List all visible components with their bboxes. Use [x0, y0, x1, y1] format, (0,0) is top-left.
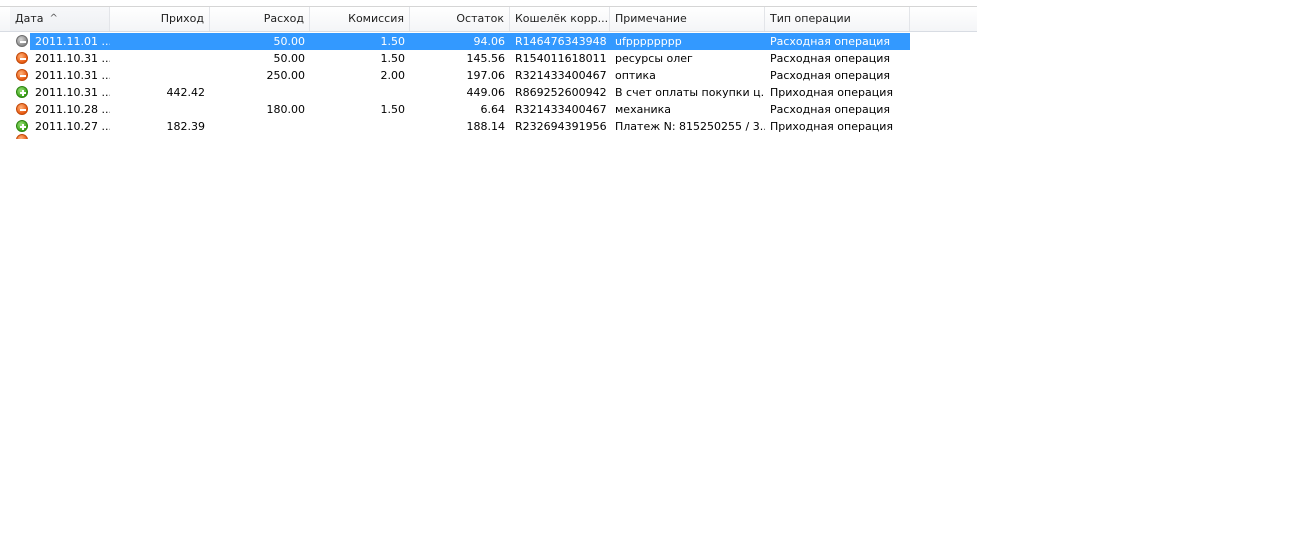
cell-expense [210, 84, 310, 101]
cell-balance: 94.06 [473, 35, 506, 48]
cell-wallet: R154011618011 [515, 52, 607, 65]
cell-commission: 2.00 [380, 69, 406, 82]
column-header-commission[interactable]: Комиссия [310, 7, 410, 31]
green-plus-icon [16, 120, 28, 132]
cell-balance: 145.56 [466, 52, 506, 65]
cell-income [110, 50, 210, 67]
column-header-expense[interactable]: Расход [210, 7, 310, 31]
cell-wallet: R146476343948 [515, 35, 607, 48]
cell-income [110, 101, 210, 118]
cell-date: 2011.10.31 ... [35, 69, 110, 82]
cell-expense: 180.00 [266, 103, 306, 116]
cell-balance: 188.14 [466, 120, 506, 133]
cell-type: Расходная операция [770, 69, 890, 82]
column-header-note[interactable]: Примечание [610, 7, 765, 31]
column-header-balance[interactable]: Остаток [410, 7, 510, 31]
sort-ascending-icon: ^ [49, 13, 58, 24]
column-header-date[interactable]: Дата ^ [10, 7, 110, 31]
cell-balance: 449.06 [466, 86, 506, 99]
table-row[interactable]: 2011.10.31 ... 50.00 1.50 145.56 R1540116180… [0, 50, 910, 67]
cell-type: Приходная операция [770, 120, 893, 133]
cell-wallet: R232694391956 [515, 120, 607, 133]
cell-note: ресурсы олег [615, 52, 693, 65]
cell-expense: 50.00 [273, 52, 306, 65]
cell-note: ufpppppppp [615, 35, 682, 48]
cell-balance: 6.64 [480, 103, 506, 116]
cell-expense: 50.00 [273, 35, 306, 48]
green-plus-icon [16, 86, 28, 98]
cell-income [110, 33, 210, 50]
table-row[interactable]: 2011.10.31 ... 250.00 2.00 197.06 R321433400… [0, 67, 910, 84]
cell-type: Расходная операция [770, 35, 890, 48]
column-header-income[interactable]: Приход [110, 7, 210, 31]
cell-expense: 250.00 [266, 69, 306, 82]
cell-income: 182.39 [166, 120, 206, 133]
cell-commission [310, 84, 410, 101]
table-row[interactable]: 2011.10.28 ... 180.00 1.50 6.64 R32143340046… [0, 101, 910, 118]
column-header-date-label: Дата [15, 12, 44, 25]
transactions-list[interactable]: Дата ^ Приход Расход Комиссия Остаток Кош… [0, 0, 977, 139]
column-header-wallet[interactable]: Кошелёк корр... [510, 7, 610, 31]
cell-income [110, 67, 210, 84]
cell-note: оптика [615, 69, 656, 82]
cell-date: 2011.10.28 ... [35, 103, 110, 116]
cell-type: Приходная операция [770, 86, 893, 99]
cell-wallet: R869252600942 [515, 86, 607, 99]
orange-minus-icon [16, 134, 28, 139]
table-row[interactable]: 2011.10.31 ... 442.42 449.06 R869252600942 В… [0, 84, 910, 101]
cell-date: 2011.10.27 ... [35, 120, 110, 133]
cell-note: механика [615, 103, 672, 116]
cell-income: 442.42 [166, 86, 206, 99]
cell-date: 2011.11.01 ... [35, 35, 110, 48]
column-header: Дата ^ Приход Расход Комиссия Остаток Кош… [0, 7, 977, 32]
cell-note: Платеж N: 815250255 / 3... [615, 120, 765, 133]
gray-minus-icon [16, 35, 28, 47]
cell-type: Расходная операция [770, 52, 890, 65]
cell-wallet: R321433400467 [515, 69, 607, 82]
cell-commission [310, 118, 410, 135]
cell-commission: 1.50 [380, 35, 406, 48]
cell-balance: 197.06 [466, 69, 506, 82]
cell-date: 2011.10.31 ... [35, 86, 110, 99]
cell-wallet: R321433400467 [515, 103, 607, 116]
cell-type: Расходная операция [770, 103, 890, 116]
table-row[interactable]: 2011.10.27 ... 182.39 188.14 R232694391956 П… [0, 118, 910, 135]
column-header-type[interactable]: Тип операции [765, 7, 910, 31]
cell-note: В счет оплаты покупки ц... [615, 86, 765, 99]
cell-commission: 1.50 [380, 52, 406, 65]
table-row[interactable]: 2011.11.01 ... 50.00 1.50 94.06 R14647634394… [0, 33, 910, 50]
orange-minus-icon [16, 103, 28, 115]
orange-minus-icon [16, 52, 28, 64]
cell-date: 2011.10.31 ... [35, 52, 110, 65]
cell-expense [210, 118, 310, 135]
orange-minus-icon [16, 69, 28, 81]
cell-commission: 1.50 [380, 103, 406, 116]
